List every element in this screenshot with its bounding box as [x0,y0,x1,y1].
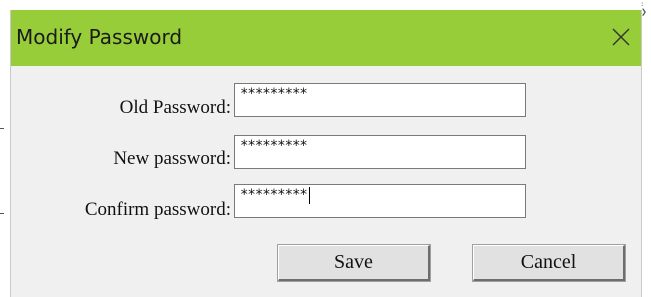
old-password-field[interactable]: ********* [234,83,526,117]
modify-password-dialog: Modify Password Old Password: ********* … [10,10,642,297]
background-window-edge [0,128,4,129]
cancel-button[interactable]: Cancel [472,244,626,282]
confirm-password-value: ********* [240,187,308,203]
text-caret [308,187,310,204]
close-button[interactable] [608,24,634,50]
new-password-field[interactable]: ********* [234,135,526,169]
close-icon [612,28,630,46]
background-window-edge [0,213,4,214]
old-password-value: ********* [240,86,308,102]
old-password-label: Old Password: [119,97,231,118]
confirm-password-label: Confirm password: [84,199,231,220]
screen: : ❯ Modify Password Old Password: ******… [0,0,651,297]
confirm-password-field[interactable]: ********* [234,184,526,218]
new-password-value: ********* [240,138,308,154]
dialog-title: Modify Password [16,25,183,49]
background-window-fragment: : ❯ [641,0,647,16]
title-bar: Modify Password [11,10,641,66]
new-password-label: New password: [113,148,231,169]
save-button[interactable]: Save [277,244,431,282]
